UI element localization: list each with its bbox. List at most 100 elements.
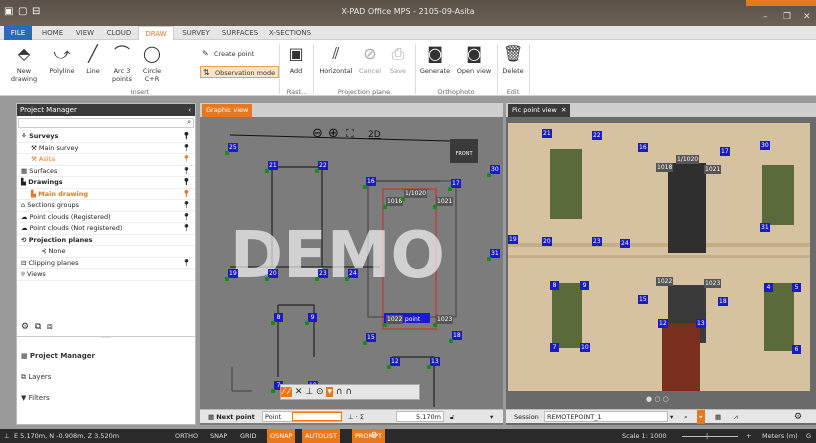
distance-icon[interactable]: ⊥ · Σ — [348, 410, 364, 424]
distance-input[interactable]: 5.170m — [396, 411, 444, 422]
point-label[interactable]: 30 — [490, 165, 500, 174]
menu-home[interactable]: HOME — [35, 26, 70, 40]
pic-point-label[interactable]: 17 — [720, 147, 730, 156]
point-marker[interactable] — [487, 173, 491, 177]
menu-draw[interactable]: DRAW — [138, 26, 174, 40]
pin-icon[interactable]: 📍︎ — [182, 131, 191, 143]
pic-point-label[interactable]: 22 — [592, 131, 602, 140]
pic-point-label[interactable]: 1022 — [656, 277, 674, 286]
polyline-button[interactable]: ⤻ Polyline — [46, 44, 78, 75]
pin-icon[interactable]: 📍︎ — [182, 154, 191, 166]
pin-icon[interactable]: 📍︎ — [182, 200, 191, 212]
point-marker[interactable] — [433, 323, 437, 327]
zoom-slider-track[interactable] — [682, 436, 738, 437]
tree-item[interactable]: ⚒ Asita 📍︎ — [17, 154, 195, 166]
menu-x-sections[interactable]: X-SECTIONS — [264, 26, 316, 40]
open-view-button[interactable]: ◙ Open view — [454, 44, 494, 75]
point-marker[interactable] — [387, 365, 391, 369]
pic-point-label[interactable]: 23 — [592, 237, 602, 246]
point-marker[interactable] — [363, 185, 367, 189]
point-marker[interactable] — [383, 323, 387, 327]
pic-point-label[interactable]: 10 — [580, 343, 590, 352]
point-marker[interactable] — [271, 321, 275, 325]
measure-icon[interactable]: ⩘ — [734, 410, 738, 424]
pic-point-label[interactable]: 24 — [620, 239, 630, 248]
point-input[interactable] — [292, 412, 342, 421]
point-label[interactable]: 20 — [268, 269, 278, 278]
point-marker[interactable] — [427, 365, 431, 369]
point-marker[interactable] — [401, 197, 405, 201]
zoom-in-icon[interactable]: ⊕ — [328, 126, 339, 141]
point-marker[interactable] — [449, 339, 453, 343]
pic-point-label[interactable]: 19 — [508, 235, 518, 244]
graphic-canvas[interactable]: DEMO FRONT Next point ⊖ ⊕ ⛶ 2D — [200, 117, 503, 409]
horizontal-button[interactable]: ⫽ Horizontal — [316, 44, 356, 75]
point-label[interactable]: 1023 — [436, 315, 454, 324]
pic-point-label[interactable]: 1023 — [704, 279, 722, 288]
point-marker[interactable] — [225, 151, 229, 155]
point-label[interactable]: 15 — [366, 333, 376, 342]
menu-view[interactable]: VIEW — [70, 26, 100, 40]
point-label[interactable]: 31 — [490, 249, 500, 258]
pic-point-label[interactable]: 9 — [580, 281, 589, 290]
pic-point-label[interactable]: 1/1020 — [676, 155, 700, 164]
nav-project-manager[interactable]: ▦ Project Manager — [21, 352, 95, 360]
tab-graphic-view[interactable]: Graphic view — [202, 104, 253, 117]
next-point-button[interactable]: ▦ Next point — [208, 410, 255, 424]
status-toggle-autolist[interactable]: AUTOLIST — [302, 429, 340, 443]
snap-perpendicular-icon[interactable]: ⊥ — [305, 387, 313, 397]
zoom-plus-icon[interactable]: + — [746, 429, 751, 443]
tree-item[interactable]: ☁ Point clouds (Registered) 📍︎ — [17, 212, 195, 223]
point-label[interactable]: 23 — [318, 269, 328, 278]
tree-item[interactable]: ⟲ Projection planes — [17, 235, 195, 246]
point-label[interactable]: 13 — [430, 357, 440, 366]
menu-cloud[interactable]: CLOUD — [100, 26, 138, 40]
session-select[interactable]: REMOTEPOINT_1 — [544, 411, 668, 422]
snap-center-icon[interactable]: ⊙ — [316, 387, 324, 397]
nav-filters[interactable]: ▼ Filters — [21, 394, 50, 402]
lock-icon[interactable]: 🔓︎ — [450, 410, 454, 424]
page-dots[interactable]: ● ○ ○ — [646, 395, 669, 403]
point-marker[interactable] — [265, 169, 269, 173]
pin-icon[interactable]: 📍︎ — [182, 223, 191, 235]
pin-icon[interactable]: 📍︎ — [182, 166, 191, 178]
tree-item[interactable]: ⚒ Main survey 📍︎ — [17, 143, 195, 154]
tree-item[interactable]: ⊟ Clipping planes 📍︎ — [17, 258, 195, 269]
pic-point-label[interactable]: 8 — [550, 281, 559, 290]
point-marker[interactable] — [487, 257, 491, 261]
minimize-icon[interactable]: – — [763, 12, 768, 22]
menu-survey[interactable]: SURVEY — [176, 26, 216, 40]
pic-point-label[interactable]: 31 — [760, 223, 770, 232]
snap-intersection-icon[interactable]: ✕ — [295, 387, 303, 397]
point-marker[interactable] — [433, 205, 437, 209]
status-toggle-prompt[interactable]: PROMPT — [352, 429, 386, 443]
pic-point-label[interactable]: 21 — [542, 129, 552, 138]
snap-midpoint-icon[interactable]: ⁄ — [286, 387, 293, 397]
cancel-plane-button[interactable]: ⊘ Cancel — [356, 44, 384, 75]
point-label[interactable]: 1/1020 — [404, 189, 428, 198]
menu-surfaces[interactable]: SURFACES — [216, 26, 264, 40]
pic-point-label[interactable]: 12 — [658, 319, 668, 328]
point-marker[interactable] — [305, 321, 309, 325]
status-toggle-osnap[interactable]: OSNAP — [267, 429, 296, 443]
point-marker[interactable] — [225, 277, 229, 281]
observation-mode-button[interactable]: ⇅ Observation mode — [200, 66, 280, 78]
pic-point-label[interactable]: 1018 — [656, 163, 674, 172]
tree-item[interactable]: ⚘ Surveys 📍︎ — [17, 131, 195, 143]
close-icon[interactable]: ✕ — [803, 12, 811, 22]
zoom-out-icon[interactable]: ⊖ — [312, 126, 323, 141]
point-label[interactable]: 8 — [274, 313, 283, 322]
point-label[interactable]: 25 — [228, 143, 238, 152]
point-marker[interactable] — [363, 341, 367, 345]
point-label[interactable]: 22 — [318, 161, 328, 170]
status-toggle-snap[interactable]: SNAP — [207, 429, 230, 443]
point-marker[interactable] — [271, 389, 275, 393]
tab-pic-point-view[interactable]: Pic point view ✕ — [508, 104, 571, 117]
point-label[interactable]: 19 — [228, 269, 238, 278]
grid-icon[interactable]: ▦ — [715, 410, 721, 424]
restore-icon[interactable]: ❐ — [783, 12, 791, 22]
circle-button[interactable]: ◯ Circle C+R — [138, 44, 166, 83]
tree-item[interactable]: ☁ Point clouds (Not registered) 📍︎ — [17, 223, 195, 235]
snap-arc2-icon[interactable]: ∩ — [345, 387, 352, 397]
point-label[interactable]: 9 — [308, 313, 317, 322]
